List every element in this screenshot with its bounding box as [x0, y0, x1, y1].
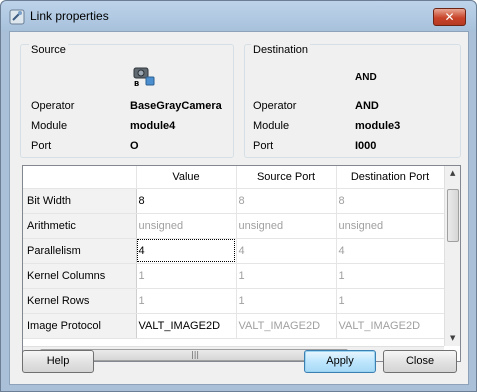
destination-group-title: Destination	[251, 44, 311, 56]
table-row: Arithmetic unsigned unsigned unsigned	[23, 213, 445, 239]
image-protocol-source-cell[interactable]: VALT_IMAGE2D	[236, 313, 337, 339]
destination-port-label: Port	[253, 140, 274, 152]
column-header-source-port[interactable]: Source Port	[236, 166, 337, 189]
scroll-grip-icon: |||	[191, 350, 200, 359]
dialog-body: Source B Operator BaseGrayCamera Module …	[9, 31, 469, 385]
parallelism-source-cell[interactable]: 4	[236, 238, 337, 264]
table-row: Image Protocol VALT_IMAGE2D VALT_IMAGE2D…	[23, 313, 445, 339]
scroll-down-arrow-icon[interactable]: ▼	[450, 334, 455, 342]
close-button[interactable]: Close	[383, 350, 457, 373]
vertical-scroll-thumb[interactable]	[447, 189, 459, 242]
kernel-rows-destination-cell[interactable]: 1	[336, 288, 445, 314]
source-operator-label: Operator	[31, 100, 75, 112]
column-header-destination-port[interactable]: Destination Port	[336, 166, 445, 189]
row-header-kernel-columns[interactable]: Kernel Columns	[23, 263, 137, 289]
bit-width-destination-cell[interactable]: 8	[336, 188, 445, 214]
kernel-columns-value-cell[interactable]: 1	[136, 263, 237, 289]
source-group-title: Source	[29, 44, 68, 56]
destination-module-label: Module	[253, 120, 290, 132]
source-operator-value: BaseGrayCamera	[130, 100, 222, 112]
help-button[interactable]: Help	[22, 350, 94, 373]
destination-group: Destination AND Operator AND Module modu…	[244, 44, 461, 158]
source-group: Source B Operator BaseGrayCamera Module …	[20, 44, 234, 158]
row-header-image-protocol[interactable]: Image Protocol	[23, 313, 137, 339]
table-row: Bit Width 8 8 8	[23, 188, 445, 214]
vertical-scrollbar[interactable]: ▲ ▼	[444, 166, 460, 346]
column-header-value[interactable]: Value	[136, 166, 237, 189]
arithmetic-value-cell[interactable]: unsigned	[136, 213, 237, 239]
close-icon: ✕	[444, 10, 455, 24]
row-header-parallelism[interactable]: Parallelism	[23, 238, 137, 264]
source-module-value: module4	[130, 120, 176, 132]
bit-width-source-cell[interactable]: 8	[236, 188, 337, 214]
link-properties-table[interactable]: Value Source Port Destination Port Bit W…	[22, 165, 461, 362]
destination-operator-value: AND	[355, 100, 379, 112]
source-port-value: O	[130, 140, 139, 152]
title-bar[interactable]: Link properties ✕	[1, 1, 476, 31]
svg-text:B: B	[134, 80, 139, 87]
kernel-rows-source-cell[interactable]: 1	[236, 288, 337, 314]
destination-module-value: module3	[355, 120, 401, 132]
arithmetic-destination-cell[interactable]: unsigned	[336, 213, 445, 239]
source-port-label: Port	[31, 140, 52, 152]
row-header-arithmetic[interactable]: Arithmetic	[23, 213, 137, 239]
camera-operator-icon: B	[133, 67, 155, 87]
kernel-rows-value-cell[interactable]: 1	[136, 288, 237, 314]
table-row: Parallelism 4 4 4	[23, 238, 445, 264]
link-properties-window: Link properties ✕ Source B Operator Base…	[0, 0, 477, 392]
arithmetic-source-cell[interactable]: unsigned	[236, 213, 337, 239]
and-operator-icon: AND	[355, 72, 377, 83]
link-properties-icon	[9, 9, 25, 25]
row-header-bit-width[interactable]: Bit Width	[23, 188, 137, 214]
window-title: Link properties	[30, 9, 109, 23]
source-module-label: Module	[31, 120, 68, 132]
parallelism-value-cell[interactable]: 4	[136, 238, 237, 264]
apply-button[interactable]: Apply	[304, 350, 376, 373]
parallelism-destination-cell[interactable]: 4	[336, 238, 445, 264]
image-protocol-value-cell[interactable]: VALT_IMAGE2D	[136, 313, 237, 339]
table-corner	[23, 166, 137, 189]
kernel-columns-source-cell[interactable]: 1	[236, 263, 337, 289]
kernel-columns-destination-cell[interactable]: 1	[336, 263, 445, 289]
destination-port-value: I000	[355, 140, 377, 152]
bit-width-value-cell[interactable]: 8	[136, 188, 237, 214]
window-close-button[interactable]: ✕	[433, 8, 466, 26]
properties-grid: Value Source Port Destination Port Bit W…	[23, 166, 445, 339]
row-header-kernel-rows[interactable]: Kernel Rows	[23, 288, 137, 314]
scroll-up-arrow-icon[interactable]: ▲	[450, 169, 455, 177]
destination-operator-label: Operator	[253, 100, 297, 112]
table-row: Kernel Columns 1 1 1	[23, 263, 445, 289]
table-row: Kernel Rows 1 1 1	[23, 288, 445, 314]
image-protocol-destination-cell[interactable]: VALT_IMAGE2D	[336, 313, 445, 339]
